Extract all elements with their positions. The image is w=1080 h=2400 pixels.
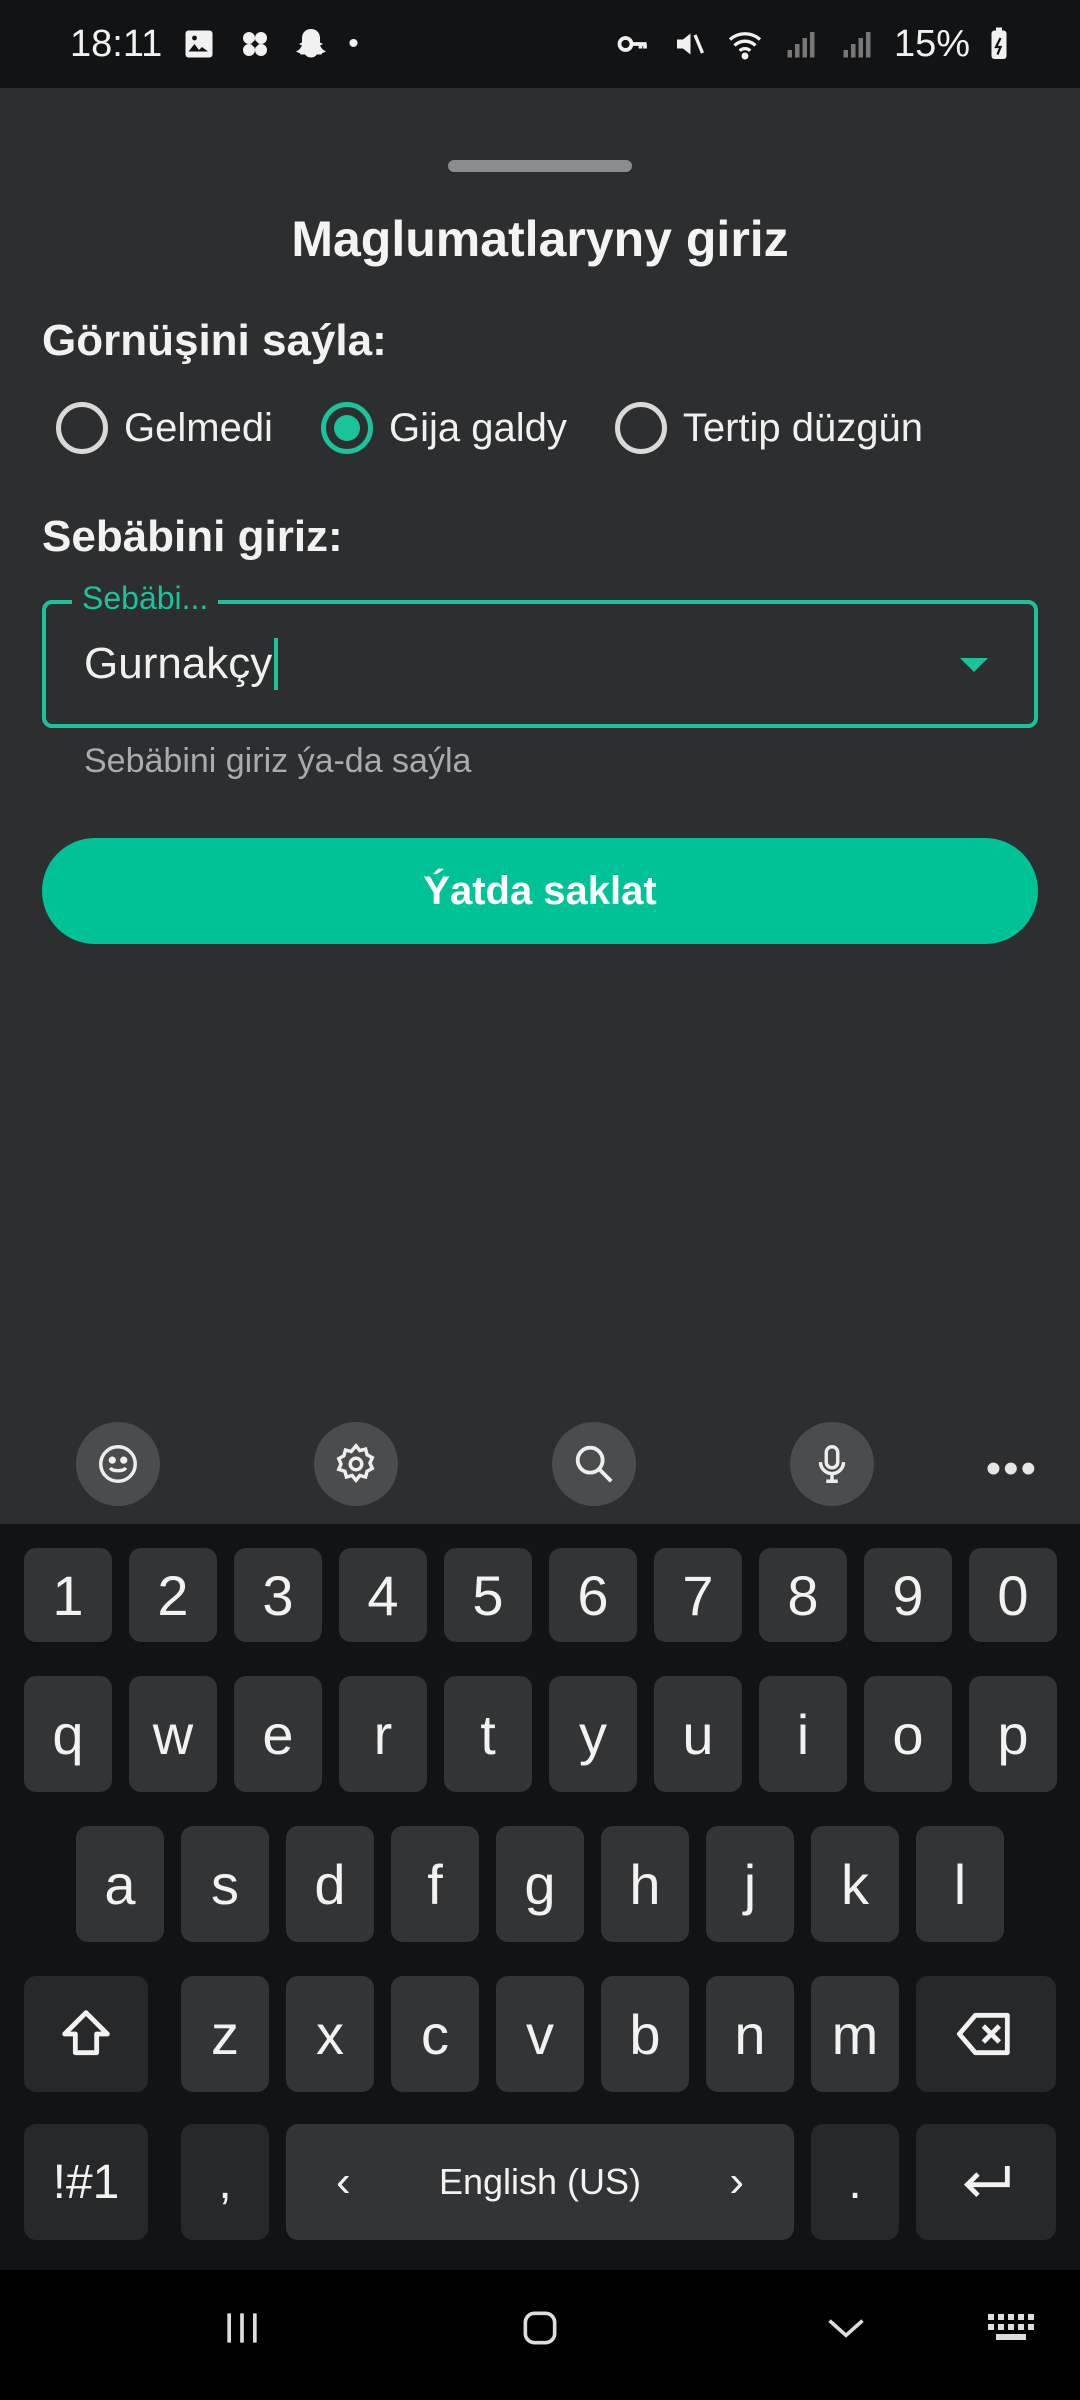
hide-keyboard-icon[interactable] bbox=[822, 2306, 870, 2355]
key-3[interactable]: 3 bbox=[234, 1548, 322, 1642]
key-5[interactable]: 5 bbox=[444, 1548, 532, 1642]
key-2[interactable]: 2 bbox=[129, 1548, 217, 1642]
signal-icon bbox=[838, 25, 876, 63]
backspace-key[interactable] bbox=[916, 1976, 1056, 2092]
spacebar[interactable]: ‹ English (US) › bbox=[286, 2124, 794, 2240]
key-k[interactable]: k bbox=[811, 1826, 899, 1942]
key-u[interactable]: u bbox=[654, 1676, 742, 1792]
reason-floating-label: Sebäbi... bbox=[72, 580, 219, 617]
microphone-icon[interactable] bbox=[790, 1422, 874, 1506]
radio-label: Gija galdy bbox=[388, 405, 567, 450]
reason-field[interactable]: Sebäbi... Gurnakçy bbox=[42, 580, 1038, 728]
status-left: 18:11 • bbox=[70, 23, 359, 66]
key-v[interactable]: v bbox=[496, 1976, 584, 2092]
status-right: 15% bbox=[614, 23, 1010, 66]
radio-tertip-duzgun[interactable]: Tertip düzgün bbox=[614, 402, 923, 454]
keyboard: 1 2 3 4 5 6 7 8 9 0 q w e r t y u i o p … bbox=[0, 1524, 1080, 2270]
wifi-icon bbox=[726, 25, 764, 63]
radio-gelmedi[interactable]: Gelmedi bbox=[56, 402, 273, 454]
navigation-bar bbox=[0, 2270, 1080, 2400]
key-s[interactable]: s bbox=[181, 1826, 269, 1942]
emoji-icon[interactable] bbox=[76, 1422, 160, 1506]
key-b[interactable]: b bbox=[601, 1976, 689, 2092]
key-c[interactable]: c bbox=[391, 1976, 479, 2092]
radio-button[interactable] bbox=[614, 402, 667, 454]
settings-icon[interactable] bbox=[314, 1422, 398, 1506]
keyboard-toolbar: ••• bbox=[0, 1408, 1080, 1524]
key-y[interactable]: y bbox=[549, 1676, 637, 1792]
type-label: Görnüşini saýla: bbox=[42, 316, 387, 365]
radio-label: Gelmedi bbox=[124, 405, 273, 450]
status-time: 18:11 bbox=[70, 22, 163, 65]
key-6[interactable]: 6 bbox=[549, 1548, 637, 1642]
key-icon bbox=[614, 25, 652, 63]
status-dot: • bbox=[348, 27, 359, 60]
drag-handle[interactable] bbox=[448, 160, 632, 172]
period-key[interactable]: . bbox=[811, 2124, 899, 2240]
key-e[interactable]: e bbox=[234, 1676, 322, 1792]
symbols-key[interactable]: !#1 bbox=[24, 2124, 148, 2240]
key-r[interactable]: r bbox=[339, 1676, 427, 1792]
search-icon[interactable] bbox=[552, 1422, 636, 1506]
key-l[interactable]: l bbox=[916, 1826, 1004, 1942]
keyboard-switch-icon[interactable] bbox=[986, 2306, 1038, 2355]
language-next-icon: › bbox=[729, 2157, 744, 2206]
comma-key[interactable]: , bbox=[181, 2124, 269, 2240]
key-h[interactable]: h bbox=[601, 1826, 689, 1942]
key-q[interactable]: q bbox=[24, 1676, 112, 1792]
battery-icon bbox=[988, 25, 1010, 63]
radio-button-selected[interactable] bbox=[320, 402, 373, 454]
more-options-icon[interactable]: ••• bbox=[986, 1444, 1038, 1494]
key-0[interactable]: 0 bbox=[969, 1548, 1057, 1642]
enter-key[interactable] bbox=[916, 2124, 1056, 2240]
snapchat-ghost-icon bbox=[292, 25, 330, 63]
sheet-title: Maglumatlaryny giriz bbox=[291, 211, 789, 267]
key-i[interactable]: i bbox=[759, 1676, 847, 1792]
recent-apps-icon[interactable] bbox=[220, 2306, 264, 2355]
key-t[interactable]: t bbox=[444, 1676, 532, 1792]
battery-percent: 15% bbox=[893, 22, 970, 65]
pinwheel-icon bbox=[236, 25, 274, 63]
bottom-sheet: Maglumatlaryny giriz Görnüşini saýla: Ge… bbox=[0, 88, 1080, 1408]
status-bar: 18:11 • 15% bbox=[0, 0, 1080, 88]
reason-input[interactable]: Gurnakçy bbox=[84, 638, 279, 690]
mute-icon bbox=[670, 25, 708, 63]
reason-helper-text: Sebäbini giriz ýa-da saýla bbox=[84, 742, 472, 780]
key-j[interactable]: j bbox=[706, 1826, 794, 1942]
type-radio-group: Gelmedi Gija galdy Tertip düzgün bbox=[56, 398, 971, 458]
signal-icon bbox=[782, 25, 820, 63]
key-n[interactable]: n bbox=[706, 1976, 794, 2092]
key-d[interactable]: d bbox=[286, 1826, 374, 1942]
radio-gija-galdy[interactable]: Gija galdy bbox=[320, 402, 567, 454]
home-icon[interactable] bbox=[518, 2306, 562, 2355]
reason-input-value: Gurnakçy bbox=[84, 639, 273, 688]
key-8[interactable]: 8 bbox=[759, 1548, 847, 1642]
dropdown-arrow-icon[interactable] bbox=[960, 658, 988, 672]
key-7[interactable]: 7 bbox=[654, 1548, 742, 1642]
key-1[interactable]: 1 bbox=[24, 1548, 112, 1642]
text-cursor bbox=[274, 638, 279, 690]
key-4[interactable]: 4 bbox=[339, 1548, 427, 1642]
language-label: English (US) bbox=[438, 2161, 642, 2202]
save-button[interactable]: Ýatda saklat bbox=[42, 838, 1038, 944]
key-p[interactable]: p bbox=[969, 1676, 1057, 1792]
key-w[interactable]: w bbox=[129, 1676, 217, 1792]
shift-key[interactable] bbox=[24, 1976, 148, 2092]
key-z[interactable]: z bbox=[181, 1976, 269, 2092]
key-f[interactable]: f bbox=[391, 1826, 479, 1942]
reason-label: Sebäbini giriz: bbox=[42, 512, 343, 561]
language-prev-icon: ‹ bbox=[336, 2157, 351, 2206]
key-m[interactable]: m bbox=[811, 1976, 899, 2092]
radio-button[interactable] bbox=[56, 402, 108, 454]
key-x[interactable]: x bbox=[286, 1976, 374, 2092]
key-g[interactable]: g bbox=[496, 1826, 584, 1942]
key-a[interactable]: a bbox=[76, 1826, 164, 1942]
image-icon bbox=[180, 25, 218, 63]
radio-label: Tertip düzgün bbox=[682, 405, 923, 450]
key-9[interactable]: 9 bbox=[864, 1548, 952, 1642]
key-o[interactable]: o bbox=[864, 1676, 952, 1792]
